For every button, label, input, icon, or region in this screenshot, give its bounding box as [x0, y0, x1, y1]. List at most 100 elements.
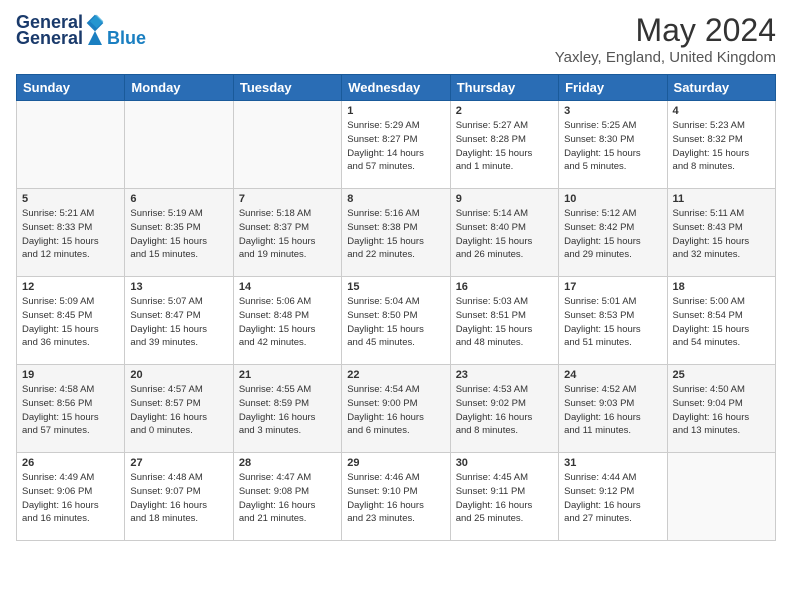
day-info-line: and 22 minutes.	[347, 249, 415, 260]
day-info: Sunrise: 4:53 AMSunset: 9:02 PMDaylight:…	[456, 383, 553, 438]
day-info-line: Sunset: 8:37 PM	[239, 222, 309, 233]
day-info-line: Sunrise: 4:52 AM	[564, 384, 636, 395]
day-info: Sunrise: 5:25 AMSunset: 8:30 PMDaylight:…	[564, 119, 661, 174]
day-info-line: Sunrise: 4:55 AM	[239, 384, 311, 395]
day-info-line: and 42 minutes.	[239, 337, 307, 348]
day-info-line: Daylight: 15 hours	[347, 324, 424, 335]
day-info-line: and 29 minutes.	[564, 249, 632, 260]
col-tuesday: Tuesday	[233, 75, 341, 101]
day-info: Sunrise: 4:47 AMSunset: 9:08 PMDaylight:…	[239, 471, 336, 526]
day-number: 28	[239, 457, 336, 469]
calendar-cell: 28 Sunrise: 4:47 AMSunset: 9:08 PMDayligh…	[233, 453, 341, 541]
calendar-cell: 18Sunrise: 5:00 AMSunset: 8:54 PMDayligh…	[667, 277, 775, 365]
day-info-line: Sunrise: 5:21 AM	[22, 208, 94, 219]
day-info-line: Daylight: 15 hours	[22, 324, 99, 335]
day-info-line: Daylight: 16 hours	[239, 412, 316, 423]
day-info: Sunrise: 5:27 AMSunset: 8:28 PMDaylight:…	[456, 119, 553, 174]
day-info: Sunrise: 4:49 AMSunset: 9:06 PMDaylight:…	[22, 471, 119, 526]
calendar-cell: 24Sunrise: 4:52 AMSunset: 9:03 PMDayligh…	[559, 365, 667, 453]
day-info-line: Daylight: 14 hours	[347, 148, 424, 159]
day-info: Sunrise: 5:16 AMSunset: 8:38 PMDaylight:…	[347, 207, 444, 262]
calendar-cell	[125, 101, 233, 189]
day-info: Sunrise: 4:45 AMSunset: 9:11 PMDaylight:…	[456, 471, 553, 526]
logo-general-word: General	[16, 28, 83, 49]
day-info-line: and 57 minutes.	[22, 425, 90, 436]
day-info: Sunrise: 4:54 AMSunset: 9:00 PMDaylight:…	[347, 383, 444, 438]
day-info-line: and 11 minutes.	[564, 425, 631, 436]
day-info-line: Daylight: 15 hours	[564, 148, 641, 159]
day-info-line: Daylight: 15 hours	[456, 236, 533, 247]
day-info: Sunrise: 4:58 AMSunset: 8:56 PMDaylight:…	[22, 383, 119, 438]
day-number: 2	[456, 105, 553, 117]
calendar-cell: 1Sunrise: 5:29 AMSunset: 8:27 PMDaylight…	[342, 101, 450, 189]
day-info: Sunrise: 5:09 AMSunset: 8:45 PMDaylight:…	[22, 295, 119, 350]
day-info: Sunrise: 5:07 AMSunset: 8:47 PMDaylight:…	[130, 295, 227, 350]
day-number: 12	[22, 281, 119, 293]
day-info-line: Sunset: 9:10 PM	[347, 486, 417, 497]
calendar-cell: 13Sunrise: 5:07 AMSunset: 8:47 PMDayligh…	[125, 277, 233, 365]
day-info: Sunrise: 5:06 AMSunset: 8:48 PMDaylight:…	[239, 295, 336, 350]
day-number: 17	[564, 281, 661, 293]
day-info-line: Sunrise: 4:50 AM	[673, 384, 745, 395]
day-info-line: Daylight: 16 hours	[130, 412, 207, 423]
day-info-line: Daylight: 16 hours	[673, 412, 750, 423]
day-info-line: Sunset: 8:57 PM	[130, 398, 200, 409]
day-info: Sunrise: 5:18 AMSunset: 8:37 PMDaylight:…	[239, 207, 336, 262]
day-info-line: Sunrise: 4:57 AM	[130, 384, 202, 395]
day-info-line: and 51 minutes.	[564, 337, 632, 348]
week-row-3: 12 Sunrise: 5:09 AMSunset: 8:45 PMDayligh…	[17, 277, 776, 365]
day-info-line: Sunset: 8:45 PM	[22, 310, 92, 321]
day-number: 21	[239, 369, 336, 381]
calendar-cell: 16Sunrise: 5:03 AMSunset: 8:51 PMDayligh…	[450, 277, 558, 365]
calendar-cell: 30 Sunrise: 4:45 AMSunset: 9:11 PMDayligh…	[450, 453, 558, 541]
calendar-cell: 19Sunrise: 4:58 AMSunset: 8:56 PMDayligh…	[17, 365, 125, 453]
calendar-cell: 2 Sunrise: 5:27 AMSunset: 8:28 PMDaylight…	[450, 101, 558, 189]
day-info-line: Sunset: 9:07 PM	[130, 486, 200, 497]
week-row-2: 5Sunrise: 5:21 AMSunset: 8:33 PMDaylight…	[17, 189, 776, 277]
day-number: 30	[456, 457, 553, 469]
day-info-line: Daylight: 15 hours	[673, 236, 750, 247]
calendar-cell: 11Sunrise: 5:11 AMSunset: 8:43 PMDayligh…	[667, 189, 775, 277]
day-number: 23	[456, 369, 553, 381]
day-info: Sunrise: 5:12 AMSunset: 8:42 PMDaylight:…	[564, 207, 661, 262]
day-info-line: and 48 minutes.	[456, 337, 524, 348]
day-info-line: Sunrise: 5:00 AM	[673, 296, 745, 307]
col-monday: Monday	[125, 75, 233, 101]
day-info-line: Daylight: 15 hours	[564, 324, 641, 335]
day-info-line: Sunset: 8:51 PM	[456, 310, 526, 321]
day-number: 4	[673, 105, 770, 117]
day-info-line: Sunset: 8:53 PM	[564, 310, 634, 321]
day-info: Sunrise: 4:50 AM Sunset: 9:04 PM Daylight:…	[673, 383, 770, 438]
calendar-cell: 5Sunrise: 5:21 AMSunset: 8:33 PMDaylight…	[17, 189, 125, 277]
day-info: Sunrise: 5:11 AMSunset: 8:43 PMDaylight:…	[673, 207, 770, 262]
calendar-cell: 10Sunrise: 5:12 AMSunset: 8:42 PMDayligh…	[559, 189, 667, 277]
day-info-line: Sunrise: 4:49 AM	[22, 472, 94, 483]
day-info-line: Sunset: 8:38 PM	[347, 222, 417, 233]
day-info-line: Sunrise: 4:47 AM	[239, 472, 311, 483]
day-info-line: Sunset: 8:35 PM	[130, 222, 200, 233]
col-wednesday: Wednesday	[342, 75, 450, 101]
day-number: 5	[22, 193, 119, 205]
day-info-line: and 23 minutes.	[347, 513, 415, 524]
day-info-line: Sunrise: 4:45 AM	[456, 472, 528, 483]
day-info-line: Sunrise: 5:23 AM	[673, 120, 745, 131]
day-info-line: Sunset: 8:50 PM	[347, 310, 417, 321]
day-info-line: and 5 minutes.	[564, 161, 626, 172]
day-info: Sunrise: 4:55 AMSunset: 8:59 PMDaylight:…	[239, 383, 336, 438]
day-number: 3	[564, 105, 661, 117]
day-info-line: and 1 minute.	[456, 161, 514, 172]
day-info-line: Daylight: 15 hours	[130, 324, 207, 335]
calendar-cell: 3 Sunrise: 5:25 AMSunset: 8:30 PMDaylight…	[559, 101, 667, 189]
day-info-line: Sunset: 8:42 PM	[564, 222, 634, 233]
calendar-cell: 22Sunrise: 4:54 AMSunset: 9:00 PMDayligh…	[342, 365, 450, 453]
day-info-line: Sunrise: 5:03 AM	[456, 296, 528, 307]
calendar-cell: 7Sunrise: 5:18 AMSunset: 8:37 PMDaylight…	[233, 189, 341, 277]
day-info-line: Daylight: 15 hours	[673, 324, 750, 335]
day-info-line: Sunrise: 5:04 AM	[347, 296, 419, 307]
day-info-line: Sunrise: 5:06 AM	[239, 296, 311, 307]
day-info-line: Sunset: 9:04 PM	[673, 398, 743, 409]
calendar-cell: 23 Sunrise: 4:53 AMSunset: 9:02 PMDayligh…	[450, 365, 558, 453]
day-info-line: Sunrise: 4:53 AM	[456, 384, 528, 395]
day-info-line: and 12 minutes.	[22, 249, 90, 260]
day-info-line: Daylight: 16 hours	[347, 412, 424, 423]
